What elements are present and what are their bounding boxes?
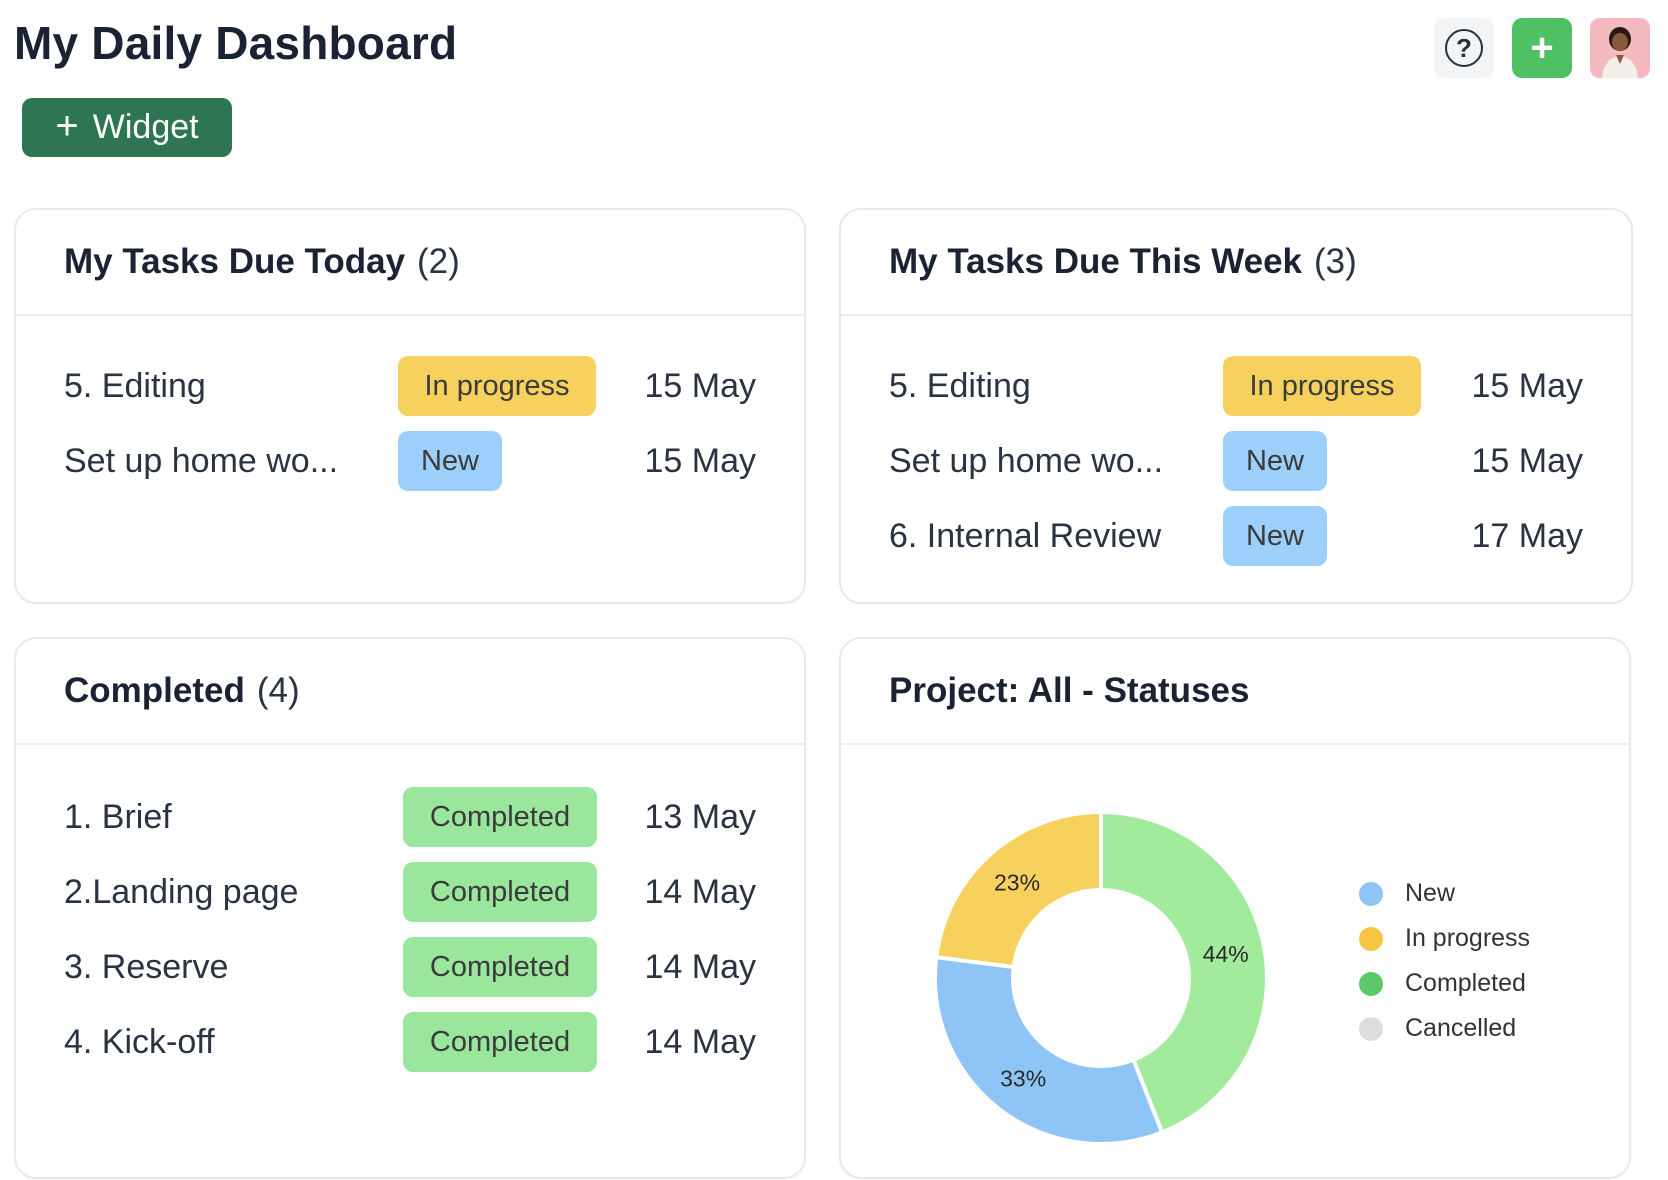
card-title: Project: All - Statuses xyxy=(889,671,1250,710)
task-name: 5. Editing xyxy=(889,366,1031,405)
card-count: (2) xyxy=(417,242,460,281)
task-name: 6. Internal Review xyxy=(889,516,1162,555)
status-badge: In progress xyxy=(1223,356,1421,416)
task-row[interactable]: Set up home wo... New 15 May xyxy=(16,431,804,491)
avatar[interactable] xyxy=(1590,18,1650,78)
task-row[interactable]: 5. Editing In progress 15 May xyxy=(16,356,804,416)
task-date: 14 May xyxy=(644,947,757,986)
add-widget-button[interactable]: + Widget xyxy=(22,98,232,157)
status-badge: Completed xyxy=(403,1012,597,1072)
legend-item-new[interactable]: New xyxy=(1359,871,1530,916)
task-name: 5. Editing xyxy=(64,366,206,405)
donut-label-new: 33% xyxy=(1000,1065,1046,1091)
task-row[interactable]: 2.Landing page Completed 14 May xyxy=(16,862,804,922)
legend-dot xyxy=(1359,926,1383,951)
legend-item-completed[interactable]: Completed xyxy=(1359,961,1530,1006)
card-header: Project: All - Statuses xyxy=(841,639,1629,745)
card-count: (4) xyxy=(256,671,300,710)
top-actions: ? + xyxy=(1434,18,1650,78)
tasks-due-this-week-card: My Tasks Due This Week (3) 5. Editing In… xyxy=(839,208,1633,604)
task-date: 15 May xyxy=(644,441,757,480)
legend-label: Completed xyxy=(1405,969,1526,997)
task-name: Set up home wo... xyxy=(64,441,339,480)
status-badge: Completed xyxy=(403,787,597,847)
task-row[interactable]: 4. Kick-off Completed 14 May xyxy=(16,1012,804,1072)
task-date: 15 May xyxy=(1471,366,1584,405)
help-button[interactable]: ? xyxy=(1434,18,1494,78)
task-name: Set up home wo... xyxy=(889,441,1164,480)
legend-dot xyxy=(1359,971,1383,996)
card-title: My Tasks Due This Week xyxy=(889,242,1303,281)
task-date: 14 May xyxy=(644,1022,757,1061)
task-row[interactable]: 3. Reserve Completed 14 May xyxy=(16,937,804,997)
task-date: 15 May xyxy=(644,366,757,405)
status-badge: New xyxy=(1223,506,1327,566)
plus-icon: + xyxy=(55,103,79,148)
task-date: 15 May xyxy=(1471,441,1584,480)
task-row[interactable]: 6. Internal Review New 17 May xyxy=(841,506,1631,566)
card-header: My Tasks Due Today (2) xyxy=(16,210,804,316)
tasks-due-today-card: My Tasks Due Today (2) 5. Editing In pro… xyxy=(14,208,806,604)
task-date: 14 May xyxy=(644,872,757,911)
add-widget-label: Widget xyxy=(92,108,199,146)
avatar-image xyxy=(1590,18,1650,78)
legend-dot xyxy=(1359,1016,1383,1041)
status-badge: New xyxy=(398,431,502,491)
legend-dot xyxy=(1359,881,1383,906)
card-count: (3) xyxy=(1314,242,1357,281)
plus-icon: + xyxy=(1530,25,1554,70)
legend-item-in-progress[interactable]: In progress xyxy=(1359,916,1530,961)
legend-label: In progress xyxy=(1405,924,1531,952)
card-title: My Tasks Due Today xyxy=(64,242,406,281)
task-row[interactable]: Set up home wo... New 15 May xyxy=(841,431,1631,491)
status-badge: Completed xyxy=(403,937,597,997)
donut-slice-new[interactable] xyxy=(933,954,1165,1146)
status-badge: New xyxy=(1223,431,1327,491)
card-title: Completed xyxy=(64,671,245,710)
status-badge: In progress xyxy=(398,356,596,416)
card-header: Completed (4) xyxy=(16,639,804,745)
task-name: 1. Brief xyxy=(64,797,172,836)
task-date: 13 May xyxy=(644,797,757,836)
add-button[interactable]: + xyxy=(1512,18,1572,78)
completed-card: Completed (4) 1. Brief Completed 13 May … xyxy=(14,637,806,1179)
chart-legend: New In progress Completed Cancelled xyxy=(1359,871,1530,1051)
task-name: 3. Reserve xyxy=(64,947,229,986)
legend-label: New xyxy=(1405,879,1456,907)
card-header: My Tasks Due This Week (3) xyxy=(841,210,1631,316)
legend-item-cancelled[interactable]: Cancelled xyxy=(1359,1006,1530,1051)
question-icon: ? xyxy=(1445,29,1483,67)
legend-label: Cancelled xyxy=(1405,1014,1517,1042)
donut-label-in-progress: 23% xyxy=(994,870,1040,896)
task-date: 17 May xyxy=(1471,516,1584,555)
task-name: 2.Landing page xyxy=(64,872,299,911)
task-row[interactable]: 1. Brief Completed 13 May xyxy=(16,787,804,847)
project-statuses-card: Project: All - Statuses 44% 33% 23% New In … xyxy=(839,637,1631,1179)
status-badge: Completed xyxy=(403,862,597,922)
task-name: 4. Kick-off xyxy=(64,1022,215,1061)
task-row[interactable]: 5. Editing In progress 15 May xyxy=(841,356,1631,416)
status-donut-chart: 44% 33% 23% xyxy=(933,809,1269,1146)
donut-label-completed: 44% xyxy=(1203,941,1249,967)
page-title: My Daily Dashboard xyxy=(14,17,458,69)
